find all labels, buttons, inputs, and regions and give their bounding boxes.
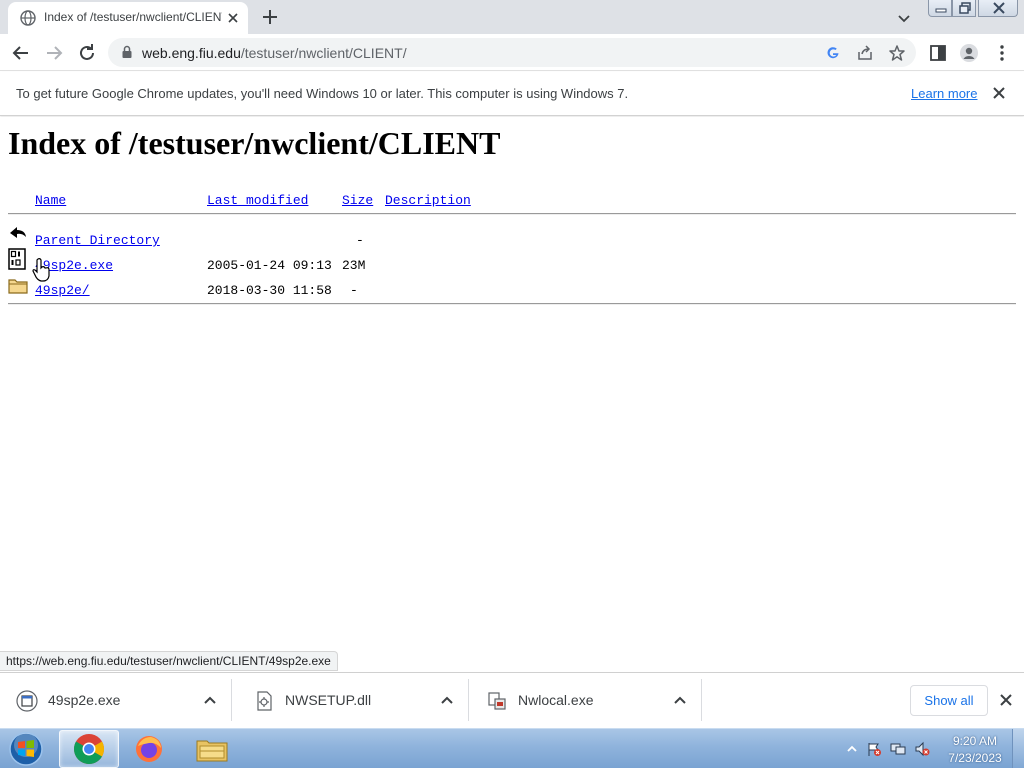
download-filename: NWSETUP.dll	[285, 692, 372, 708]
download-item[interactable]: Nwlocal.exe	[470, 679, 702, 721]
exe-file-icon	[488, 692, 506, 710]
firefox-icon	[136, 736, 162, 762]
url-text: web.eng.fiu.edu/testuser/nwclient/CLIENT…	[142, 45, 407, 61]
lock-icon[interactable]	[120, 45, 134, 59]
clock-date[interactable]: 7/23/2023	[946, 751, 1004, 765]
row-last-modified: 2005-01-24 09:13	[207, 258, 332, 273]
reload-icon[interactable]	[74, 40, 100, 66]
restore-icon	[959, 2, 971, 14]
minimize-icon	[935, 8, 947, 13]
tab-close-icon[interactable]	[224, 9, 242, 27]
exe-file-icon	[16, 690, 38, 712]
show-all-downloads-button[interactable]: Show all	[910, 685, 988, 716]
browser-tab[interactable]: Index of /testuser/nwclient/CLIENT/	[8, 2, 248, 34]
window-minimize-button[interactable]	[928, 0, 952, 17]
hand-cursor-icon	[32, 258, 50, 282]
header-divider	[8, 213, 1016, 215]
action-center-flag-icon[interactable]	[866, 741, 882, 757]
row-size: -	[356, 233, 364, 248]
network-icon[interactable]	[890, 741, 906, 757]
infobar-close-icon[interactable]	[990, 84, 1008, 102]
globe-icon	[20, 10, 36, 26]
bookmark-star-icon[interactable]	[888, 44, 906, 62]
column-header-size[interactable]: Size	[342, 193, 373, 208]
row-size: 23M	[342, 258, 366, 273]
chrome-icon	[73, 734, 105, 765]
footer-divider	[8, 303, 1016, 305]
folder-icon	[8, 279, 28, 294]
column-header-name[interactable]: Name	[35, 193, 66, 208]
side-panel-icon[interactable]	[928, 43, 948, 63]
show-hidden-icons-chevron-icon[interactable]	[844, 741, 860, 757]
forward-arrow-icon[interactable]	[41, 40, 67, 66]
screen: Index of /testuser/nwclient/CLIENT/ web.…	[0, 0, 1024, 768]
windows-start-orb-icon[interactable]	[6, 731, 46, 767]
share-icon[interactable]	[856, 44, 874, 62]
infobar-message: To get future Google Chrome updates, you…	[16, 86, 629, 101]
browser-toolbar: web.eng.fiu.edu/testuser/nwclient/CLIENT…	[0, 34, 1024, 71]
windows-taskbar: 9:20 AM 7/23/2023	[0, 728, 1024, 768]
window-close-button[interactable]	[978, 0, 1018, 17]
chevron-up-icon[interactable]	[202, 692, 218, 708]
clock-time[interactable]: 9:20 AM	[946, 734, 1004, 748]
update-infobar: To get future Google Chrome updates, you…	[0, 72, 1024, 116]
binary-file-icon	[8, 248, 26, 270]
taskbar-chrome-button[interactable]	[59, 730, 119, 768]
column-header-last-modified[interactable]: Last modified	[207, 193, 308, 208]
url-host: web.eng.fiu.edu	[142, 45, 241, 61]
google-lens-icon[interactable]	[824, 44, 842, 62]
page-title: Index of /testuser/nwclient/CLIENT	[8, 125, 501, 161]
row-last-modified: 2018-03-30 11:58	[207, 283, 332, 298]
learn-more-link[interactable]: Learn more	[911, 86, 977, 101]
page-content: Index of /testuser/nwclient/CLIENT Name …	[0, 117, 1024, 652]
tab-search-chevron-icon[interactable]	[894, 8, 914, 28]
profile-avatar-icon[interactable]	[959, 43, 979, 63]
row-size: -	[350, 283, 358, 298]
url-path: /testuser/nwclient/CLIENT/	[240, 45, 407, 61]
close-shelf-icon[interactable]	[998, 692, 1014, 708]
back-icon	[10, 227, 26, 238]
taskbar-explorer-button[interactable]	[183, 730, 243, 768]
address-bar[interactable]: web.eng.fiu.edu/testuser/nwclient/CLIENT…	[108, 38, 916, 67]
window-restore-button[interactable]	[952, 0, 976, 17]
download-item[interactable]: NWSETUP.dll	[237, 679, 469, 721]
download-filename: Nwlocal.exe	[518, 692, 594, 708]
close-icon	[993, 2, 1005, 14]
volume-muted-icon[interactable]	[914, 741, 930, 757]
tab-strip: Index of /testuser/nwclient/CLIENT/	[0, 0, 1024, 34]
column-header-description[interactable]: Description	[385, 193, 471, 208]
file-explorer-icon	[196, 740, 228, 762]
download-filename: 49sp2e.exe	[48, 692, 121, 708]
link-status-bubble: https://web.eng.fiu.edu/testuser/nwclien…	[0, 651, 338, 671]
download-shelf: 49sp2e.exe NWSETUP.dll Nwlocal.exe Show …	[0, 672, 1024, 728]
chevron-up-icon[interactable]	[439, 692, 455, 708]
parent-directory-link[interactable]: Parent Directory	[35, 233, 160, 248]
tab-title: Index of /testuser/nwclient/CLIENT/	[44, 10, 222, 24]
folder-link-49sp2e[interactable]: 49sp2e/	[35, 283, 90, 298]
back-arrow-icon[interactable]	[8, 40, 34, 66]
menu-kebab-icon[interactable]	[992, 43, 1012, 63]
chevron-up-icon[interactable]	[672, 692, 688, 708]
download-item[interactable]: 49sp2e.exe	[0, 679, 232, 721]
new-tab-icon[interactable]	[258, 5, 282, 29]
show-desktop-button[interactable]	[1012, 729, 1024, 768]
dll-file-icon	[257, 691, 272, 711]
taskbar-firefox-button[interactable]	[120, 730, 180, 768]
